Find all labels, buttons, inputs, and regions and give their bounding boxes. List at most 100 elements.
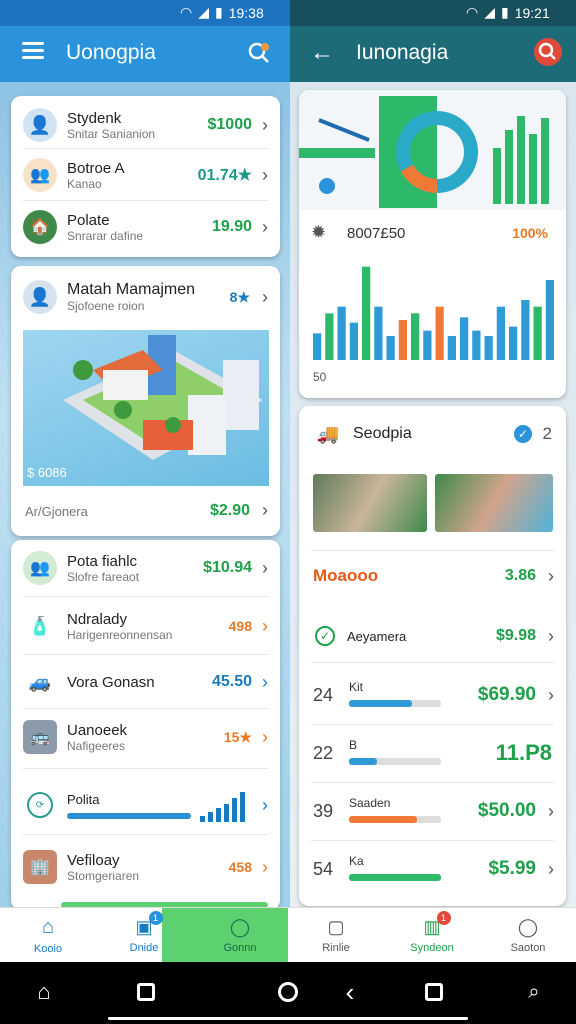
building-icon: 🏢 xyxy=(23,850,57,884)
bar-chart xyxy=(313,266,554,360)
divider xyxy=(311,550,554,551)
row-number: 39 xyxy=(313,800,334,821)
chart-bar xyxy=(496,306,505,360)
progress-row[interactable]: 54 Ka $5.99 › xyxy=(299,844,566,894)
divider xyxy=(23,596,268,597)
list-item[interactable]: 👥 Pota fiahlc Slofre fareaot $10.94 › xyxy=(11,544,280,592)
project-card[interactable]: 👤 Matah Mamajmen Sjofoene roion 8★ › $ 60… xyxy=(11,266,280,536)
status-icons: ◠ ◢ ▮ 19:38 xyxy=(180,4,264,21)
photo-thumbnail[interactable] xyxy=(313,474,427,532)
item-subtitle: Snrarar dafine xyxy=(67,228,144,243)
item-value: 498 xyxy=(228,618,252,634)
divider xyxy=(311,782,554,783)
chart-bar xyxy=(545,280,554,360)
progress-row[interactable]: 22 B 11.P8 xyxy=(299,728,566,778)
back-arrow-icon[interactable]: ← xyxy=(310,39,334,67)
item-subtitle: Stomgeriaren xyxy=(67,868,140,883)
chart-bar xyxy=(398,320,407,360)
count-badge: 2 xyxy=(542,424,552,443)
progress-fill xyxy=(349,758,377,765)
chevron-right-icon: › xyxy=(548,858,554,879)
footer-value: $2.90 xyxy=(209,502,250,519)
list-item[interactable]: 🚌 Uanoeek Nafigeeres 15★ › xyxy=(11,712,280,762)
home-icon[interactable]: ⌂ xyxy=(30,978,58,1006)
home-button-icon[interactable] xyxy=(274,978,302,1006)
item-title: Stydenk xyxy=(67,109,122,127)
user-icon: ◯ xyxy=(229,917,251,937)
nav-account[interactable]: ◯ Saoton xyxy=(480,908,576,963)
item-value: $1000 xyxy=(207,116,253,133)
item-title: Vefiloay xyxy=(67,851,120,869)
list-item[interactable]: 👥 Botroe A Kanao 01.74★ › xyxy=(11,154,280,196)
chart-bar xyxy=(386,336,395,360)
list-item[interactable]: ✓ Aeyamera $9.98 › xyxy=(299,616,566,656)
photo-thumbnail[interactable] xyxy=(435,474,553,532)
item-value: $9.98 xyxy=(495,627,536,644)
progress-fill xyxy=(349,816,418,823)
chart-footer: 50 xyxy=(313,370,327,384)
nav-label: Kooio xyxy=(33,943,63,955)
summary-card: 👤 Stydenk Snitar Sanianion $1000 › 👥 Botr… xyxy=(11,96,280,257)
item-title: Botroe A xyxy=(67,159,125,177)
stat-value: 100% xyxy=(512,225,548,241)
wifi-icon: ◠ xyxy=(466,4,479,20)
menu-icon[interactable] xyxy=(22,42,44,59)
list-item[interactable]: 👤 Stydenk Snitar Sanianion $1000 › xyxy=(11,104,280,146)
chart-bar xyxy=(460,317,469,360)
chevron-right-icon: › xyxy=(548,684,554,705)
recents-icon[interactable] xyxy=(132,978,160,1006)
item-subtitle: Nafigeeres xyxy=(67,738,126,753)
chart-bar xyxy=(435,306,444,360)
list-item[interactable]: 🏢 Vefiloay Stomgeriaren 458 › xyxy=(11,842,280,892)
chart-bar xyxy=(533,306,542,360)
city-illustration: $ 6086 xyxy=(23,330,269,486)
chevron-right-icon: › xyxy=(262,557,268,578)
nav-label: Saoton xyxy=(510,942,546,954)
item-title: Uanoeek xyxy=(67,721,128,739)
progress-row[interactable]: 24 Kit $69.90 › xyxy=(299,670,566,720)
footer-label: Ar/Gjonera xyxy=(25,504,88,519)
chart-bar xyxy=(472,330,481,360)
nav-profile[interactable]: ◯ Gonnn xyxy=(192,908,288,963)
list-item[interactable]: 🚙 Vora Gonasn 45.50 › xyxy=(11,660,280,704)
notification-badge: 1 xyxy=(436,911,451,925)
chevron-right-icon: › xyxy=(262,286,268,307)
app-bar-left: Uonogpia xyxy=(0,26,290,82)
nav-stats[interactable]: ▥ 1 Syndeon xyxy=(384,908,480,963)
bottom-nav: ⌂ Kooio ▣ 1 Dnide ◯ Gonnn ▢ Rinlie ▥ 1 Syn… xyxy=(0,907,576,963)
list-item[interactable]: ⟳ Polita › xyxy=(11,780,280,830)
progress-track xyxy=(349,758,441,765)
row-number: 54 xyxy=(313,858,334,879)
image-label: $ 6086 xyxy=(27,465,67,480)
item-value: 45.50 xyxy=(211,673,252,690)
nav-files[interactable]: ▢ Rinlie xyxy=(288,908,384,963)
chevron-right-icon: › xyxy=(262,615,268,636)
search-icon[interactable]: ⌕ xyxy=(520,978,548,1006)
status-time: 19:21 xyxy=(514,4,550,21)
avatar: 👤 xyxy=(23,280,57,314)
divider xyxy=(311,840,554,841)
chevron-right-icon: › xyxy=(262,114,268,135)
dashboard-banner xyxy=(299,90,566,210)
signal-icon: ◢ xyxy=(484,4,495,20)
list-item[interactable]: Moaooo 3.86 › xyxy=(299,556,566,596)
section-header[interactable]: 🚚 Seodpia ✓ 2 xyxy=(299,416,566,452)
recents-icon[interactable] xyxy=(420,978,448,1006)
row-value: $50.00 xyxy=(477,800,536,821)
back-icon[interactable]: ‹ xyxy=(336,977,364,1007)
progress-row[interactable]: 39 Saaden $50.00 › xyxy=(299,786,566,836)
chart-bar xyxy=(337,306,346,360)
item-subtitle: Harigenreonnensan xyxy=(67,627,173,642)
row-value: 11.P8 xyxy=(495,740,552,765)
list-item[interactable]: 🧴 Ndralady Harigenreonnensan 498 › xyxy=(11,602,280,650)
document-icon: ▣ 1 xyxy=(135,911,163,938)
search-icon[interactable] xyxy=(246,40,272,66)
search-icon[interactable] xyxy=(534,38,562,66)
item-title: Moaooo xyxy=(313,566,379,585)
nav-home[interactable]: ⌂ Kooio xyxy=(0,908,96,963)
list-item[interactable]: 🏠 Polate Snrarar dafine 19.90 › xyxy=(11,206,280,248)
nav-documents[interactable]: ▣ 1 Dnide xyxy=(96,908,192,963)
avatar: 👤 xyxy=(23,108,57,142)
car-icon: 🚙 xyxy=(28,671,52,692)
row-label: B xyxy=(349,738,358,752)
